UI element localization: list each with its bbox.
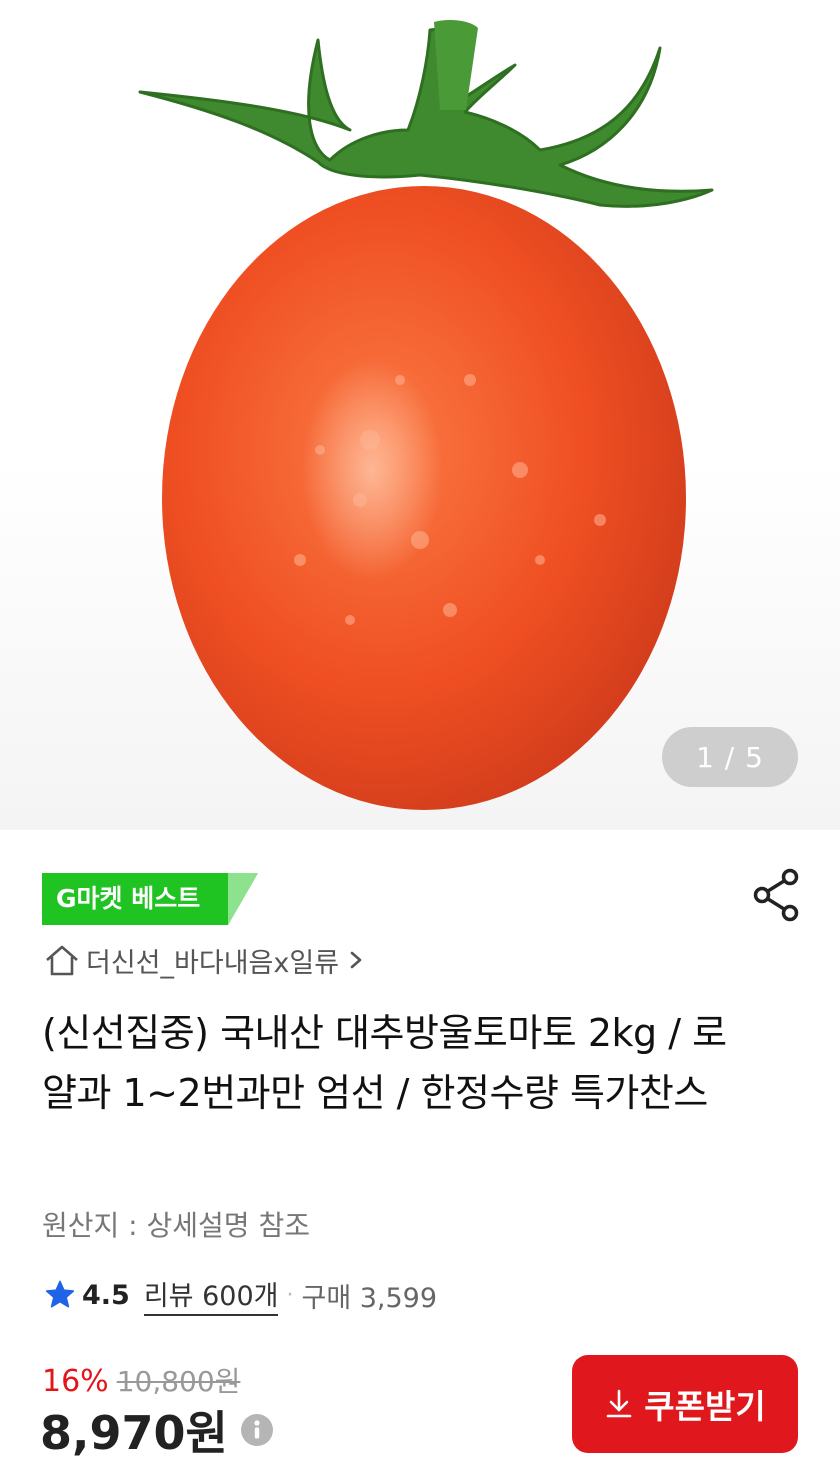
info-icon[interactable] <box>240 1413 274 1447</box>
download-icon <box>606 1389 632 1418</box>
gmarket-best-badge: G마켓 베스트 <box>42 873 258 925</box>
seller-name: 더신선_바다내음x일류 <box>86 947 340 979</box>
coupon-label: 쿠폰받기 <box>644 1387 766 1426</box>
origin-info: 원산지 : 상세설명 참조 <box>42 1209 310 1242</box>
rating-row: 4.5 리뷰 600개 · 구매 3,599 <box>44 1272 437 1318</box>
home-icon <box>46 945 78 976</box>
separator-dot: · <box>286 1282 294 1308</box>
sale-price: 8,970원 <box>40 1406 228 1460</box>
badge-label: G마켓 베스트 <box>56 884 201 913</box>
review-link[interactable]: 리뷰 600개 <box>143 1274 279 1316</box>
share-icon <box>753 868 799 922</box>
image-counter: 1 / 5 <box>662 727 798 787</box>
share-button[interactable] <box>752 868 802 922</box>
rating-value: 4.5 <box>82 1279 130 1311</box>
purchase-count: 구매 3,599 <box>301 1282 438 1314</box>
chevron-right-icon <box>350 951 362 969</box>
product-title: (신선집중) 국내산 대추방울토마토 2kg / 로얄과 1~2번과만 엄선 /… <box>42 1011 727 1115</box>
original-price: 10,800원 <box>116 1365 241 1398</box>
seller-link[interactable]: 더신선_바다내음x일류 <box>44 940 365 980</box>
discount-row: 16% 10,800원 <box>42 1360 240 1400</box>
coupon-button[interactable]: 쿠폰받기 <box>572 1355 798 1453</box>
star-icon <box>45 1280 75 1308</box>
price-row: 8,970원 <box>40 1400 274 1460</box>
discount-rate: 16% <box>42 1364 109 1399</box>
product-image-gallery[interactable]: 1 / 5 <box>0 0 840 830</box>
product-image <box>138 20 714 810</box>
